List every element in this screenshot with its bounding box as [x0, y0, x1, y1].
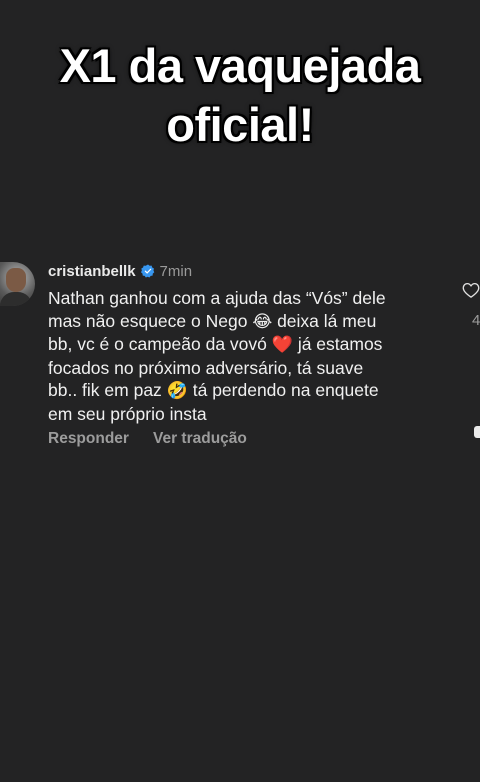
like-count: 4: [472, 312, 480, 329]
rofl-emoji-icon: 🤣: [166, 381, 188, 401]
comment-text-segment: bb.. fik em paz: [48, 380, 162, 401]
comment-text-segment: em seu próprio insta: [48, 403, 207, 424]
comment-line: em seu próprio insta: [48, 403, 448, 426]
heart-outline-icon[interactable]: [462, 280, 480, 300]
comment-actions: Responder Ver tradução: [48, 430, 247, 448]
reply-button[interactable]: Responder: [48, 430, 129, 448]
comment-text-segment: tá perdendo na enquete: [192, 380, 379, 401]
caption-line-1: X1 da vaquejada: [59, 39, 421, 92]
comment-line: focados no próximo adversário, tá suave: [48, 357, 448, 380]
laughing-emoji-icon: 😂: [252, 311, 273, 331]
comment-line: mas não esquece o Nego 😂 deixa lá meu: [48, 310, 448, 334]
username[interactable]: cristianbellk: [48, 263, 136, 280]
comment-header: cristianbellk 7min: [48, 261, 192, 281]
screen: X1 da vaquejada oficial! cristianbellk 7…: [0, 0, 480, 782]
comment-text-segment: deixa lá meu: [277, 310, 377, 331]
comment-line: Nathan ganhou com a ajuda das “Vós” dele: [48, 287, 448, 310]
comment-time: 7min: [159, 262, 193, 280]
avatar-shirt: [0, 292, 32, 306]
caption-line-2: oficial!: [166, 98, 314, 151]
comment-text: Nathan ganhou com a ajuda das “Vós” dele…: [48, 287, 448, 426]
comment-line: bb.. fik em paz 🤣 tá perdendo na enquete: [48, 379, 448, 403]
see-translation-button[interactable]: Ver tradução: [153, 430, 247, 448]
video-caption-overlay: X1 da vaquejada oficial!: [0, 36, 480, 154]
comment-line: bb, vc é o campeão da vovó ❤️ já estamos: [48, 333, 448, 357]
avatar-face: [6, 268, 26, 292]
comment-text-segment: focados no próximo adversário, tá suave: [48, 357, 364, 378]
avatar[interactable]: [0, 262, 35, 306]
comment-text-segment: mas não esquece o Nego: [48, 310, 248, 331]
verified-icon: [140, 264, 154, 278]
red-heart-emoji-icon: ❤️: [271, 335, 293, 355]
comment-text-segment: já estamos: [297, 334, 383, 355]
comment-text-segment: Nathan ganhou com a ajuda das “Vós” dele: [48, 288, 386, 308]
comment-text-segment: bb, vc é o campeão da vovó: [48, 334, 267, 355]
side-action-edge[interactable]: [474, 426, 480, 438]
